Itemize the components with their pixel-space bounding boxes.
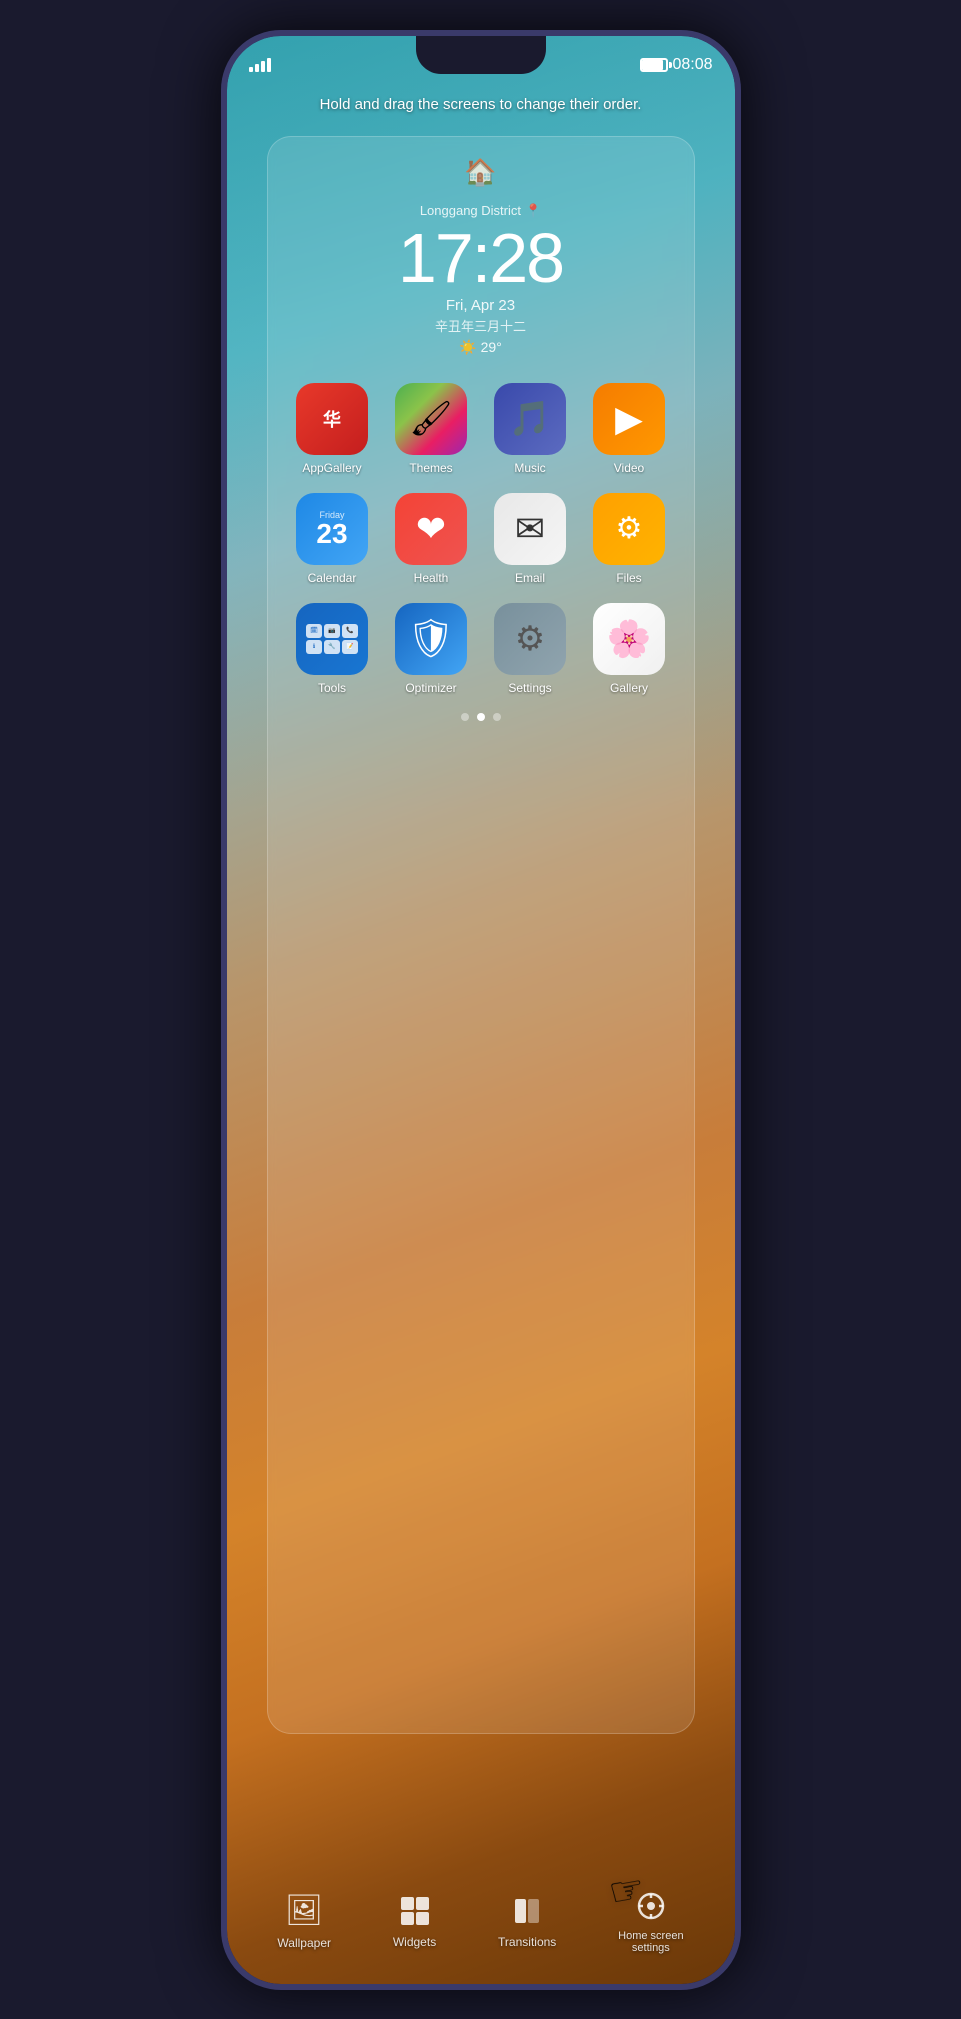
homescreen-card: 🏠 Longgang District 📍 17:28 Fri, Apr 23 …	[267, 136, 695, 1734]
app-item-optimizer[interactable]: 🛡 Optimizer	[387, 603, 476, 695]
clock-section: Longgang District 📍 17:28 Fri, Apr 23 辛丑…	[398, 203, 563, 356]
signal-bar-1	[249, 67, 253, 72]
clock-time: 17:28	[398, 223, 563, 293]
signal-indicator	[249, 58, 271, 72]
app-grid: 华 AppGallery 🖌 Themes 🎵 Music	[278, 383, 684, 695]
app-label-optimizer: Optimizer	[405, 681, 456, 695]
app-icon-tools: 🗓 📷 📞 ℹ 🔧 📝	[296, 603, 368, 675]
app-icon-video: ▶	[593, 383, 665, 455]
toolbar-label-widgets: Widgets	[393, 1935, 436, 1949]
app-icon-appgallery: 华	[296, 383, 368, 455]
app-icon-themes: 🖌	[395, 383, 467, 455]
wallpaper-icon: 🖼	[285, 1893, 323, 1928]
clock-chinese-date: 辛丑年三月十二	[398, 316, 563, 335]
location-label: Longgang District 📍	[398, 203, 563, 219]
signal-bar-3	[261, 61, 265, 72]
app-label-files: Files	[616, 571, 641, 585]
app-item-themes[interactable]: 🖌 Themes	[387, 383, 476, 475]
app-label-tools: Tools	[318, 681, 346, 695]
app-icon-music: 🎵	[494, 383, 566, 455]
page-dot-1	[461, 713, 469, 721]
app-item-email[interactable]: ✉ Email	[486, 493, 575, 585]
battery-fill	[642, 60, 662, 70]
page-dot-3	[493, 713, 501, 721]
app-label-health: Health	[414, 571, 449, 585]
app-item-tools[interactable]: 🗓 📷 📞 ℹ 🔧 📝 Tools	[288, 603, 377, 695]
page-dots	[461, 713, 501, 721]
notch	[416, 36, 546, 74]
widgets-icon	[399, 1895, 431, 1927]
app-label-music: Music	[514, 461, 545, 475]
toolbar-item-transitions[interactable]: Transitions	[498, 1895, 556, 1949]
app-label-video: Video	[614, 461, 644, 475]
signal-bar-2	[255, 64, 259, 72]
app-label-email: Email	[515, 571, 545, 585]
app-label-themes: Themes	[409, 461, 452, 475]
app-icon-email: ✉	[494, 493, 566, 565]
app-label-calendar: Calendar	[308, 571, 357, 585]
app-label-appgallery: AppGallery	[302, 461, 361, 475]
bottom-toolbar: 🖼 Wallpaper Widgets Transitions	[227, 1890, 735, 1954]
phone-frame: 08:08 Hold and drag the screens to chang…	[221, 30, 741, 1990]
app-icon-settings: ⚙	[494, 603, 566, 675]
app-item-files[interactable]: ⚙ Files	[585, 493, 674, 585]
app-icon-files: ⚙	[593, 493, 665, 565]
cursor-hand: ☞	[605, 1865, 648, 1917]
app-item-settings[interactable]: ⚙ Settings	[486, 603, 575, 695]
app-label-gallery: Gallery	[610, 681, 648, 695]
phone-screen: 08:08 Hold and drag the screens to chang…	[227, 36, 735, 1984]
app-item-gallery[interactable]: 🌸 Gallery	[585, 603, 674, 695]
home-icon: 🏠	[464, 157, 496, 188]
weather-info: ☀️ 29°	[398, 339, 563, 356]
status-time: 08:08	[672, 56, 712, 74]
app-icon-gallery: 🌸	[593, 603, 665, 675]
toolbar-label-transitions: Transitions	[498, 1935, 556, 1949]
toolbar-label-home-settings: Home screen settings	[618, 1930, 683, 1954]
battery-icon	[640, 58, 668, 72]
app-item-calendar[interactable]: Friday 23 Calendar	[288, 493, 377, 585]
toolbar-item-wallpaper[interactable]: 🖼 Wallpaper	[277, 1893, 331, 1950]
app-icon-calendar: Friday 23	[296, 493, 368, 565]
signal-bar-4	[267, 58, 271, 72]
transitions-icon	[511, 1895, 543, 1927]
app-item-video[interactable]: ▶ Video	[585, 383, 674, 475]
app-item-music[interactable]: 🎵 Music	[486, 383, 575, 475]
app-item-health[interactable]: ❤ Health	[387, 493, 476, 585]
instruction-text: Hold and drag the screens to change thei…	[227, 96, 735, 113]
page-dot-2	[477, 713, 485, 721]
battery-status: 08:08	[640, 56, 712, 74]
clock-date: Fri, Apr 23	[398, 297, 563, 314]
toolbar-label-wallpaper: Wallpaper	[277, 1936, 331, 1950]
app-icon-health: ❤	[395, 493, 467, 565]
toolbar-item-widgets[interactable]: Widgets	[393, 1895, 436, 1949]
app-item-appgallery[interactable]: 华 AppGallery	[288, 383, 377, 475]
app-label-settings: Settings	[508, 681, 551, 695]
app-icon-optimizer: 🛡	[395, 603, 467, 675]
